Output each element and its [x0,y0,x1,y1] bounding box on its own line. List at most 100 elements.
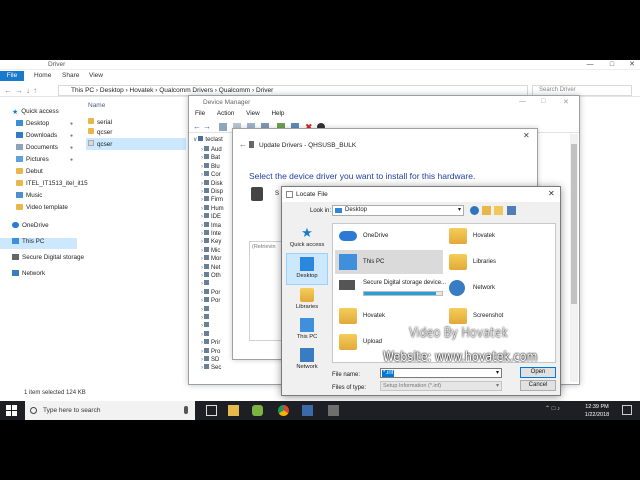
breadcrumb-desktop[interactable]: Desktop [100,87,124,94]
breadcrumb-qualcomm[interactable]: Qualcomm [219,87,250,94]
expand-icon[interactable]: › [201,181,203,187]
expand-icon[interactable]: › [201,307,203,313]
notifications-icon[interactable] [622,405,632,415]
forward-icon[interactable]: → [203,123,211,131]
maximize-icon[interactable]: □ [602,60,622,70]
place-network[interactable]: Network [286,345,328,377]
microphone-icon[interactable] [184,406,188,414]
expand-icon[interactable]: › [201,155,203,161]
breadcrumb-hovatek[interactable]: Hovatek [130,87,154,94]
back-icon[interactable] [470,206,479,215]
open-button[interactable]: Open [520,367,556,378]
expand-icon[interactable]: › [201,231,203,237]
tree-item[interactable]: › Mor [201,255,221,262]
ribbon-tab-home[interactable]: Home [34,72,51,79]
tree-item[interactable]: › Por [201,288,220,296]
file-name-input[interactable]: *.inf ▾ [380,368,502,378]
expand-icon[interactable]: › [201,147,203,153]
tree-root[interactable]: ∨ teclast [193,136,223,143]
file-explorer-icon[interactable] [228,405,239,416]
tree-item[interactable]: › [201,322,211,329]
new-folder-icon[interactable] [494,206,503,215]
expand-icon[interactable]: › [201,256,203,262]
expand-icon[interactable]: › [201,172,203,178]
close-icon[interactable]: ✕ [523,131,530,140]
tree-item[interactable]: › [201,314,211,321]
file-item-screenshot[interactable]: Screenshot [449,308,549,328]
breadcrumb-qualcomm-drivers[interactable]: Qualcomm Drivers [159,87,213,94]
close-icon[interactable]: ✕ [548,189,555,198]
android-studio-icon[interactable] [252,405,263,416]
tree-item[interactable]: › Aud [201,146,222,153]
expand-icon[interactable]: › [201,248,203,254]
expand-icon[interactable]: › [201,332,203,338]
ribbon-file-tab[interactable]: File [0,71,24,81]
menu-action[interactable]: Action [217,110,235,117]
tree-item[interactable]: › [201,330,211,338]
tree-item[interactable]: › Disp [201,188,223,195]
tree-item[interactable]: › Sec [201,364,221,371]
minimize-icon[interactable]: — [519,98,526,105]
sidebar-item-this-pc[interactable]: This PC [12,238,44,245]
sidebar-item-sd-storage[interactable]: Secure Digital storage [12,254,84,261]
tree-item[interactable]: › Mic [201,246,220,254]
list-item[interactable]: serial [88,118,112,126]
file-item-hovatek-folder[interactable]: Hovatek [339,308,439,328]
view-menu-icon[interactable] [507,206,516,215]
close-icon[interactable]: ✕ [622,60,640,70]
menu-view[interactable]: View [246,110,260,117]
tree-item[interactable]: › Pro [201,347,220,355]
back-icon[interactable]: ← [239,140,247,149]
sidebar-item-pictures[interactable]: Pictures [16,156,49,163]
tree-item[interactable]: › Por [201,297,220,304]
tree-item[interactable]: › Inte [201,230,221,237]
tree-item[interactable]: › Blu [201,162,220,170]
look-in-dropdown[interactable]: Desktop ▾ [332,205,464,216]
taskbar-search-input[interactable]: Type here to search [25,401,195,420]
breadcrumb-this-pc[interactable]: This PC [71,87,94,94]
menu-help[interactable]: Help [271,110,284,117]
sidebar-item-documents[interactable]: Documents [16,144,58,151]
file-item-libraries[interactable]: Libraries [449,254,549,274]
file-item-hovatek-user[interactable]: Hovatek [449,228,549,248]
tree-item[interactable]: › [201,305,211,313]
expand-icon[interactable]: › [201,189,203,195]
tree-item[interactable]: › Prir [201,339,220,346]
file-item-sd-storage[interactable]: Secure Digital storage device... [339,278,446,300]
sidebar-item-downloads[interactable]: Downloads [16,132,57,139]
tree-item[interactable]: › Bat [201,154,220,161]
tree-item[interactable]: › Firm [201,196,223,203]
expand-icon[interactable]: › [201,239,203,245]
expand-icon[interactable]: › [201,315,203,321]
sidebar-item-debut[interactable]: Debut [16,168,43,175]
list-item[interactable]: qcser [88,140,112,148]
tree-item[interactable]: › Disk [201,179,223,187]
device-manager-scrollbar[interactable] [570,134,578,382]
tree-item[interactable]: › Cor [201,171,221,178]
expand-icon[interactable]: › [201,357,203,363]
chevron-down-icon[interactable]: ▾ [496,369,499,376]
breadcrumb-driver[interactable]: Driver [256,87,273,94]
cancel-button[interactable]: Cancel [520,380,556,391]
file-item-onedrive[interactable]: OneDrive [339,228,439,248]
task-view-icon[interactable] [206,405,217,416]
tree-item[interactable]: › SD [201,356,219,363]
back-icon[interactable]: ← [193,123,201,131]
files-of-type-select[interactable]: Setup Information (*.inf) ▾ [380,381,502,391]
file-item-this-pc[interactable]: This PC [335,250,443,274]
expand-icon[interactable]: › [201,214,203,220]
expand-icon[interactable]: › [201,281,203,287]
up-folder-icon[interactable] [482,206,491,215]
device-manager-taskbar-icon[interactable] [302,405,313,416]
place-this-pc[interactable]: This PC [286,315,328,347]
sidebar-item-desktop[interactable]: Desktop [16,120,49,127]
list-item[interactable]: qcser [88,128,112,136]
minimize-icon[interactable]: — [580,60,600,70]
expand-icon[interactable]: › [201,223,203,229]
sidebar-item-video-template[interactable]: Video template [16,204,68,211]
place-desktop[interactable]: Desktop [286,253,328,285]
tree-item[interactable]: › Hum [201,204,224,212]
expand-icon[interactable]: › [201,340,203,346]
properties-icon[interactable] [219,123,227,131]
nav-arrows-icon[interactable]: ←→↓↑ [4,86,40,95]
